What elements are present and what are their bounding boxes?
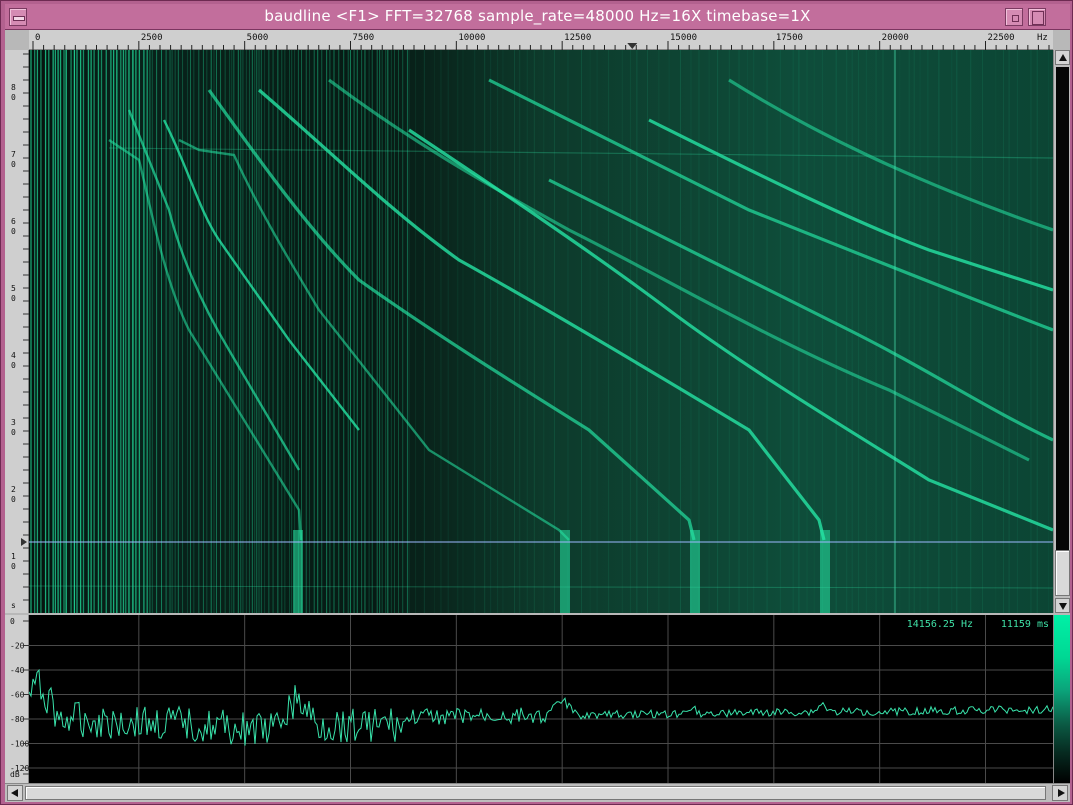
spectrum-trace bbox=[29, 668, 1053, 746]
time-readout: 11159 ms bbox=[1000, 619, 1049, 630]
vertical-scroll-thumb[interactable] bbox=[1055, 550, 1070, 596]
title-bar[interactable]: baudline <F1> FFT=32768 sample_rate=4800… bbox=[5, 4, 1070, 30]
frequency-tick-label: 2500 bbox=[141, 33, 163, 43]
scroll-down-button[interactable] bbox=[1055, 598, 1070, 613]
triangle-left-icon bbox=[11, 789, 18, 797]
horizontal-scrollbar[interactable] bbox=[5, 783, 1070, 802]
frequency-tick-label: 0 bbox=[35, 33, 40, 43]
frequency-tick-label: 5000 bbox=[247, 33, 269, 43]
time-tick-label: 7 bbox=[11, 150, 16, 159]
time-tick-label: 0 bbox=[11, 294, 16, 303]
db-tick-label: -20 bbox=[10, 642, 25, 651]
triangle-right-icon bbox=[1058, 789, 1065, 797]
time-tick-label: 4 bbox=[11, 351, 16, 360]
horizontal-scroll-thumb[interactable] bbox=[25, 786, 1046, 800]
time-tick-label: 0 bbox=[11, 227, 16, 236]
frequency-tick-label: 7500 bbox=[353, 33, 375, 43]
db-tick-label: 0 bbox=[10, 617, 15, 626]
time-tick-label: 0 bbox=[11, 562, 16, 571]
frequency-tick-label: 10000 bbox=[458, 33, 485, 43]
minimize-icon[interactable] bbox=[1005, 8, 1023, 26]
frequency-tick-label: 15000 bbox=[670, 33, 697, 43]
triangle-down-icon bbox=[1059, 603, 1067, 610]
time-tick-label: 5 bbox=[11, 284, 16, 293]
spectrum-display[interactable]: 14156.25 Hz 11159 ms bbox=[29, 615, 1053, 783]
right-triangle-marker-icon[interactable] bbox=[21, 538, 27, 546]
frequency-tick-label: 20000 bbox=[882, 33, 909, 43]
db-tick-label: -40 bbox=[10, 666, 25, 675]
time-tick-label: 3 bbox=[11, 418, 16, 427]
time-tick-label: s bbox=[11, 601, 16, 610]
time-tick-label: 8 bbox=[11, 83, 16, 92]
spectrum-grid bbox=[29, 615, 1053, 783]
db-tick-label: dB bbox=[10, 770, 20, 779]
time-tick-label: 0 bbox=[11, 495, 16, 504]
time-tick-label: 0 bbox=[11, 160, 16, 169]
time-tick-label: 0 bbox=[11, 361, 16, 370]
db-tick-label: -80 bbox=[10, 715, 25, 724]
window-title: baudline <F1> FFT=32768 sample_rate=4800… bbox=[264, 7, 811, 25]
scroll-up-button[interactable] bbox=[1055, 50, 1070, 65]
db-ruler[interactable]: 0 -20 -40 -60 -80 -100 -120 dB bbox=[5, 615, 29, 783]
frequency-tick-label: 17500 bbox=[776, 33, 803, 43]
color-aperture-bar[interactable] bbox=[1053, 615, 1070, 783]
time-tick-label: 6 bbox=[11, 217, 16, 226]
time-tick-label: 0 bbox=[11, 93, 16, 102]
db-tick-label: -60 bbox=[10, 691, 25, 700]
scroll-right-button[interactable] bbox=[1052, 785, 1068, 801]
time-tick-label: 2 bbox=[11, 485, 16, 494]
vertical-scrollbar[interactable] bbox=[1053, 50, 1070, 613]
vertical-scroll-trough[interactable] bbox=[1056, 67, 1069, 596]
frequency-unit-label: Hz bbox=[1037, 33, 1048, 43]
scroll-left-button[interactable] bbox=[7, 785, 23, 801]
triangle-up-icon bbox=[1059, 54, 1067, 61]
spectrogram-display[interactable] bbox=[29, 50, 1053, 613]
baudline-window: baudline <F1> FFT=32768 sample_rate=4800… bbox=[0, 0, 1073, 805]
frequency-tick-label: 22500 bbox=[988, 33, 1015, 43]
time-ruler[interactable]: 8070605040302010s bbox=[5, 50, 29, 613]
time-tick-label: 0 bbox=[11, 428, 16, 437]
client-area: 0 2500 5000 7500 10000 12500 15000 17500 20000 22… bbox=[5, 30, 1070, 802]
frequency-readout: 14156.25 Hz bbox=[906, 619, 973, 630]
frequency-ruler[interactable]: 0 2500 5000 7500 10000 12500 15000 17500 20000 22… bbox=[29, 30, 1053, 50]
frequency-tick-label: 12500 bbox=[564, 33, 591, 43]
maximize-icon[interactable] bbox=[1028, 8, 1046, 26]
time-tick-label: 1 bbox=[11, 552, 16, 561]
